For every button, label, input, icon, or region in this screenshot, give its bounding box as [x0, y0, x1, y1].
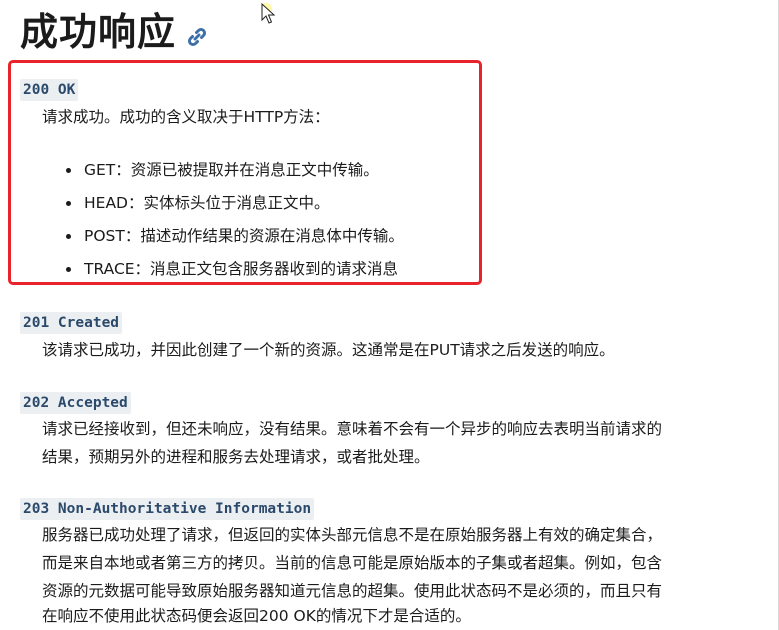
method-post-text: POST：描述动作结果的资源在消息体中传输。	[84, 227, 404, 245]
method-trace-text: TRACE：消息正文包含服务器收到的请求消息	[84, 260, 399, 278]
list-item: HEAD：实体标头位于消息正文中。	[62, 187, 404, 220]
list-item: TRACE：消息正文包含服务器收到的请求消息	[62, 253, 404, 286]
bullet-icon	[66, 267, 71, 272]
status-203-description-line-1: 服务器已成功处理了请求，但返回的实体头部元信息不是在原始服务器上有效的确定集合，	[42, 526, 663, 544]
status-202-description-line-1: 请求已经接收到，但还未响应，没有结果。意味着不会有一个异步的响应去表明当前请求的	[42, 420, 663, 438]
status-code-201[interactable]: 201 Created	[20, 312, 123, 334]
bullet-icon	[66, 201, 71, 206]
status-202-description-line-2: 结果，预期另外的进程和服务去处理请求，或者批处理。	[42, 448, 430, 466]
list-item: POST：描述动作结果的资源在消息体中传输。	[62, 220, 404, 253]
page-title: 成功响应	[20, 9, 177, 54]
status-code-200[interactable]: 200 OK	[20, 79, 79, 101]
status-201-description: 该请求已成功，并因此创建了一个新的资源。这通常是在PUT请求之后发送的响应。	[42, 341, 615, 359]
list-item: GET：资源已被提取并在消息正文中传输。	[62, 154, 404, 187]
link-icon[interactable]	[186, 26, 208, 48]
status-code-202[interactable]: 202 Accepted	[20, 392, 131, 414]
status-203-description-line-2: 而是来自本地或者第三方的拷贝。当前的信息可能是原始版本的子集或者超集。例如，包含	[42, 554, 663, 572]
method-list: GET：资源已被提取并在消息正文中传输。 HEAD：实体标头位于消息正文中。 P…	[62, 154, 404, 286]
page: 成功响应 200 OK 请求成功。成功的含义取决于HTTP方法： GET：资源已…	[0, 0, 779, 630]
status-code-203[interactable]: 203 Non-Authoritative Information	[20, 498, 315, 520]
status-200-description: 请求成功。成功的含义取决于HTTP方法：	[42, 108, 330, 126]
section-heading: 成功响应	[20, 6, 208, 58]
bullet-icon	[66, 234, 71, 239]
method-head-text: HEAD：实体标头位于消息正文中。	[84, 194, 330, 212]
mouse-cursor-icon	[261, 3, 276, 24]
bullet-icon	[66, 168, 71, 173]
status-203-description-line-4: 在响应不使用此状态码便会返回200 OK的情况下才是合适的。	[42, 607, 471, 625]
method-get-text: GET：资源已被提取并在消息正文中传输。	[84, 161, 379, 179]
